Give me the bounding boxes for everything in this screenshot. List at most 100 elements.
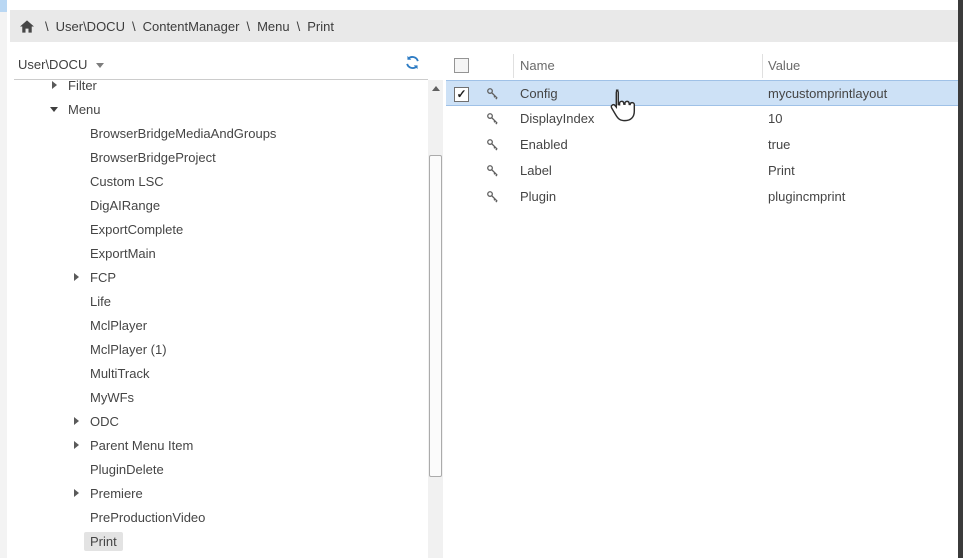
property-value: 10 xyxy=(768,106,782,132)
key-icon xyxy=(486,164,500,178)
tree-root-selector[interactable]: User\DOCU xyxy=(18,54,104,74)
expander-expanded-icon[interactable] xyxy=(50,104,60,114)
expander-spacer xyxy=(72,536,82,546)
tree-item-label: MclPlayer (1) xyxy=(90,342,167,357)
tree-item-custom-lsc[interactable]: Custom LSC xyxy=(10,169,427,193)
expander-spacer xyxy=(72,200,82,210)
tree-item-fcp[interactable]: FCP xyxy=(10,265,427,289)
tree-item-menu[interactable]: Menu xyxy=(10,97,427,121)
tree-item-label: Premiere xyxy=(90,486,143,501)
tree-item-label: PreProductionVideo xyxy=(90,510,205,525)
breadcrumb: \User\DOCU\ContentManager\Menu\Print xyxy=(10,10,958,42)
tree-item-mclplayer[interactable]: MclPlayer xyxy=(10,313,427,337)
expander-collapsed-icon[interactable] xyxy=(72,416,82,426)
row-checkbox-cell[interactable] xyxy=(454,111,469,126)
key-icon xyxy=(486,190,500,204)
tree-item-browserbridgeproject[interactable]: BrowserBridgeProject xyxy=(10,145,427,169)
tree-item-browserbridgemediaandgroups[interactable]: BrowserBridgeMediaAndGroups xyxy=(10,121,427,145)
column-divider xyxy=(762,54,763,78)
tree-item-label: ExportMain xyxy=(90,246,156,261)
property-name: Plugin xyxy=(520,184,556,210)
tree-item-label: BrowserBridgeMediaAndGroups xyxy=(90,126,276,141)
table-row-displayindex[interactable]: DisplayIndex 10 xyxy=(446,106,958,132)
property-name: Enabled xyxy=(520,132,568,158)
table-row-config[interactable]: ✓ Config mycustomprintlayout xyxy=(446,80,958,106)
key-icon xyxy=(486,87,500,101)
row-checkbox-cell[interactable]: ✓ xyxy=(454,86,469,101)
breadcrumb-separator: \ xyxy=(45,19,49,34)
tree-item-digairange[interactable]: DigAIRange xyxy=(10,193,427,217)
expander-spacer xyxy=(72,392,82,402)
properties-table: Name Value ✓ Config mycustomprintlayout D… xyxy=(446,52,958,558)
tree-item-label: Life xyxy=(90,294,111,309)
breadcrumb-item-user-docu[interactable]: User\DOCU xyxy=(56,19,125,34)
row-checkbox-cell[interactable] xyxy=(454,137,469,152)
tree-item-exportmain[interactable]: ExportMain xyxy=(10,241,427,265)
expander-collapsed-icon[interactable] xyxy=(72,488,82,498)
expander-collapsed-icon[interactable] xyxy=(50,80,60,90)
tree-item-mclplayer-1[interactable]: MclPlayer (1) xyxy=(10,337,427,361)
tree-item-label: FCP xyxy=(90,270,116,285)
select-all-checkbox[interactable] xyxy=(454,58,469,76)
tree-scrollbar[interactable] xyxy=(428,80,443,558)
expander-spacer xyxy=(72,464,82,474)
tree-item-label: MyWFs xyxy=(90,390,134,405)
property-name: Config xyxy=(520,81,558,107)
table-row-label[interactable]: LabelPrint xyxy=(446,158,958,184)
tree-item-multitrack[interactable]: MultiTrack xyxy=(10,361,427,385)
tree-item-life[interactable]: Life xyxy=(10,289,427,313)
scrollbar-thumb[interactable] xyxy=(429,155,442,477)
home-icon[interactable] xyxy=(20,20,34,33)
tree-item-label: DigAIRange xyxy=(90,198,160,213)
expander-spacer xyxy=(72,224,82,234)
column-header-value[interactable]: Value xyxy=(768,52,800,80)
breadcrumb-item-menu[interactable]: Menu xyxy=(257,19,290,34)
tree-item-preproductionvideo[interactable]: PreProductionVideo xyxy=(10,505,427,529)
table-row-plugin[interactable]: Pluginplugincmprint xyxy=(446,184,958,210)
row-checkbox-cell[interactable] xyxy=(454,189,469,204)
column-header-name[interactable]: Name xyxy=(520,52,555,80)
expander-spacer xyxy=(72,344,82,354)
property-value: mycustomprintlayout xyxy=(768,81,887,107)
tree-item-label: ODC xyxy=(90,414,119,429)
table-body: ✓ Config mycustomprintlayout DisplayIndex… xyxy=(446,80,958,210)
expander-collapsed-icon[interactable] xyxy=(72,440,82,450)
tree-item-label: PluginDelete xyxy=(90,462,164,477)
breadcrumb-separator: \ xyxy=(132,19,136,34)
expander-spacer xyxy=(72,248,82,258)
tree-item-mywfs[interactable]: MyWFs xyxy=(10,385,427,409)
expander-collapsed-icon[interactable] xyxy=(72,272,82,282)
triangle-up-icon xyxy=(432,86,440,91)
breadcrumb-item-print[interactable]: Print xyxy=(307,19,334,34)
tree-item-label: Print xyxy=(84,532,123,551)
expander-spacer xyxy=(72,512,82,522)
table-row-enabled[interactable]: Enabledtrue xyxy=(446,132,958,158)
tree-item-parent-menu-item[interactable]: Parent Menu Item xyxy=(10,433,427,457)
tree-item-exportcomplete[interactable]: ExportComplete xyxy=(10,217,427,241)
expander-spacer xyxy=(72,128,82,138)
left-edge-strip xyxy=(0,0,7,558)
tree-item-odc[interactable]: ODC xyxy=(10,409,427,433)
tree-item-label: ExportComplete xyxy=(90,222,183,237)
tree-item-label: Filter xyxy=(68,78,97,93)
expander-spacer xyxy=(72,176,82,186)
row-checkbox-checked[interactable]: ✓ xyxy=(454,87,469,102)
tree-panel: User\DOCU Filter Menu BrowserBridgeMediaAn… xyxy=(10,42,443,558)
breadcrumb-separator: \ xyxy=(297,19,301,34)
tree-item-plugindelete[interactable]: PluginDelete xyxy=(10,457,427,481)
tree-item-premiere[interactable]: Premiere xyxy=(10,481,427,505)
expander-spacer xyxy=(72,320,82,330)
refresh-button[interactable] xyxy=(405,55,420,70)
right-edge-bar xyxy=(958,0,963,558)
row-checkbox-cell[interactable] xyxy=(454,163,469,178)
property-value: Print xyxy=(768,158,795,184)
tree-item-print[interactable]: Print xyxy=(10,529,427,553)
checkbox-icon xyxy=(454,58,469,73)
breadcrumb-item-contentmanager[interactable]: ContentManager xyxy=(143,19,240,34)
breadcrumb-items: \User\DOCU\ContentManager\Menu\Print xyxy=(38,19,334,34)
scrollbar-up-button[interactable] xyxy=(428,80,443,97)
expander-spacer xyxy=(72,368,82,378)
property-name: DisplayIndex xyxy=(520,106,594,132)
tree-item-label: MultiTrack xyxy=(90,366,149,381)
tree-item-filter[interactable]: Filter xyxy=(10,73,427,97)
